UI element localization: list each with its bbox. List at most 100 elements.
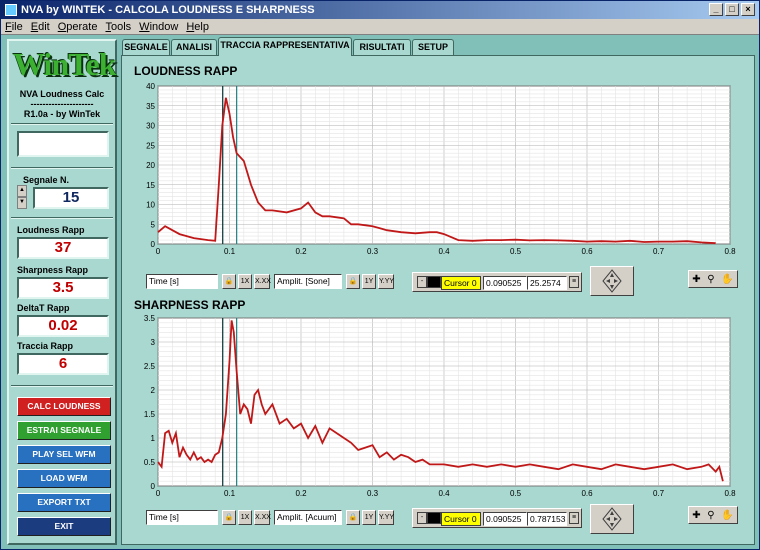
menu-edit-accel: E (30, 20, 39, 33)
menu-window-rest: indow (149, 20, 179, 33)
sharpness-x-name-field[interactable]: Time [s] (146, 510, 218, 525)
exit-button[interactable]: EXIT (17, 517, 111, 536)
loudness-x-tick-label: 0.1 (224, 247, 236, 256)
menu-bar: File Edit Operate Tools Window Help (1, 19, 759, 35)
sharpness-x-tick-label: 0.6 (581, 489, 593, 498)
sharpness-y-format-button[interactable]: Y.YY (378, 510, 394, 525)
loudness-y-tick-label: 40 (146, 82, 155, 91)
divider (11, 217, 113, 219)
loudness-cursor-y[interactable]: 25.2574 (527, 276, 567, 290)
estrai-segnale-button[interactable]: ESTRAI SEGNALE (17, 421, 111, 440)
menu-window[interactable]: Window (139, 21, 178, 33)
loudness-chart[interactable]: 0 0.1 0.2 0.3 0.4 0.5 0.6 0.7 0.8 0 5 10 15 20 25 30 35 4… (132, 82, 748, 262)
window-title: NVA by WINTEK - CALCOLA LOUDNESS E SHARP… (21, 4, 315, 16)
loudness-y-lock-icon[interactable]: 🔒 (346, 274, 360, 289)
sharpness-rapp-label: Sharpness Rapp (17, 265, 89, 275)
pan-hand-icon[interactable]: ✋ (721, 510, 733, 521)
sharpness-cursor-y[interactable]: 0.787153 (527, 512, 567, 526)
loudness-rapp-value: 37 (17, 237, 109, 259)
loudness-cursor-move-diamond-icon[interactable] (590, 266, 634, 296)
sharpness-chart[interactable]: 0 0.1 0.2 0.3 0.4 0.5 0.6 0.7 0.8 0 0.5 1 1.5 2 2.5 3 3.… (132, 314, 748, 504)
loudness-y-autoscale-button[interactable]: 1Y (362, 274, 376, 289)
cursor-swatch[interactable] (427, 276, 441, 288)
cursor-menu-icon[interactable]: ≡ (569, 276, 579, 288)
tab-segnale[interactable]: SEGNALE (122, 39, 170, 55)
menu-window-accel: W (139, 20, 150, 33)
menu-file-rest: ile (11, 20, 23, 33)
loudness-x-tick-label: 0.2 (295, 247, 307, 256)
cursor-menu-icon[interactable]: ≡ (569, 512, 579, 524)
sharpness-y-autoscale-button[interactable]: 1Y (362, 510, 376, 525)
loudness-cursor-name[interactable]: Cursor 0 (441, 276, 481, 290)
loudness-y-name-field[interactable]: Amplit. [Sone] (274, 274, 342, 289)
menu-tools[interactable]: Tools (105, 21, 131, 33)
sharpness-y-name-field[interactable]: Amplit. [Acuum] (274, 510, 342, 525)
sharpness-x-tick-label: 0.5 (510, 489, 522, 498)
menu-tools-rest: ools (110, 20, 132, 33)
load-wfm-button[interactable]: LOAD WFM (17, 469, 111, 488)
segnale-input[interactable]: 15 (33, 187, 109, 209)
title-bar[interactable]: NVA by WINTEK - CALCOLA LOUDNESS E SHARP… (1, 1, 759, 19)
traccia-tab-panel: LOUDNESS RAPP 0 0.1 0.2 0.3 0.4 0.5 0.6 0.7 0.8 0… (121, 55, 755, 545)
crosshair-icon[interactable]: ✚ (692, 274, 700, 285)
menu-file[interactable]: File (5, 21, 23, 33)
sharpness-x-autoscale-button[interactable]: 1X (238, 510, 252, 525)
loudness-x-tick-label: 0 (156, 247, 161, 256)
app-window: NVA by WINTEK - CALCOLA LOUDNESS E SHARP… (0, 0, 760, 550)
deltat-rapp-label: DeltaT Rapp (17, 303, 70, 313)
calc-loudness-button[interactable]: CALC LOUDNESS (17, 397, 111, 416)
sharpness-cursor-x[interactable]: 0.090525 (483, 512, 527, 526)
sharpness-rapp-value: 3.5 (17, 277, 109, 299)
loudness-x-tick-label: 0.7 (653, 247, 665, 256)
loudness-cursor-x[interactable]: 0.090525 (483, 276, 527, 290)
decrement-arrow-icon[interactable]: ▼ (17, 197, 27, 209)
loudness-x-tick-label: 0.8 (724, 247, 736, 256)
tab-traccia-rappresentativa[interactable]: TRACCIA RAPPRESENTATIVA (218, 37, 352, 56)
version-label: R1.0a - by WinTek (23, 109, 101, 119)
menu-operate[interactable]: Operate (58, 21, 98, 33)
sharpness-graph-palette: ✚ ⚲ ✋ (688, 506, 738, 524)
loudness-x-lock-icon[interactable]: 🔒 (222, 274, 236, 289)
menu-help[interactable]: Help (186, 21, 209, 33)
loudness-x-format-button[interactable]: X.XX (254, 274, 271, 289)
sharpness-cursor-move-diamond-icon[interactable] (590, 504, 634, 534)
loudness-y-tick-label: 30 (146, 122, 155, 131)
crosshair-icon[interactable]: ✚ (692, 510, 700, 521)
play-sel-wfm-button[interactable]: PLAY SEL WFM (17, 445, 111, 464)
close-button[interactable]: × (741, 3, 755, 16)
traccia-rapp-value: 6 (17, 353, 109, 375)
pan-hand-icon[interactable]: ✋ (721, 274, 733, 285)
loudness-y-tick-label: 0 (151, 240, 156, 249)
maximize-button[interactable]: □ (725, 3, 739, 16)
menu-edit[interactable]: Edit (31, 21, 50, 33)
segnale-stepper[interactable]: ▲ ▼ (17, 185, 27, 209)
cursor-expand-icon[interactable]: - (417, 276, 427, 288)
divider (11, 385, 113, 387)
sharpness-y-tick-label: 3.5 (144, 314, 156, 323)
sharpness-y-tick-label: 0.5 (144, 458, 156, 467)
loudness-y-format-button[interactable]: Y.YY (378, 274, 394, 289)
loudness-x-name-field[interactable]: Time [s] (146, 274, 218, 289)
loudness-y-tick-label: 25 (146, 141, 155, 150)
loudness-x-tick-label: 0.3 (367, 247, 379, 256)
menu-edit-rest: dit (38, 20, 50, 33)
tab-risultati[interactable]: RISULTATI (353, 39, 411, 55)
zoom-icon[interactable]: ⚲ (707, 510, 714, 521)
loudness-x-autoscale-button[interactable]: 1X (238, 274, 252, 289)
minimize-button[interactable]: _ (709, 3, 723, 16)
tab-setup[interactable]: SETUP (412, 39, 454, 55)
divider (11, 123, 113, 125)
zoom-icon[interactable]: ⚲ (707, 274, 714, 285)
sharpness-x-lock-icon[interactable]: 🔒 (222, 510, 236, 525)
sharpness-cursor-legend: - Cursor 0 0.090525 0.787153 ≡ (412, 508, 582, 528)
sharpness-cursor-name[interactable]: Cursor 0 (441, 512, 481, 526)
loudness-y-tick-label: 20 (146, 161, 155, 170)
cursor-expand-icon[interactable]: - (417, 512, 427, 524)
export-txt-button[interactable]: EXPORT TXT (17, 493, 111, 512)
sharpness-x-format-button[interactable]: X.XX (254, 510, 271, 525)
loudness-graph-title: LOUDNESS RAPP (134, 64, 238, 78)
sharpness-y-lock-icon[interactable]: 🔒 (346, 510, 360, 525)
cursor-swatch[interactable] (427, 512, 441, 524)
increment-arrow-icon[interactable]: ▲ (17, 185, 27, 197)
tab-analisi[interactable]: ANALISI (171, 39, 217, 55)
